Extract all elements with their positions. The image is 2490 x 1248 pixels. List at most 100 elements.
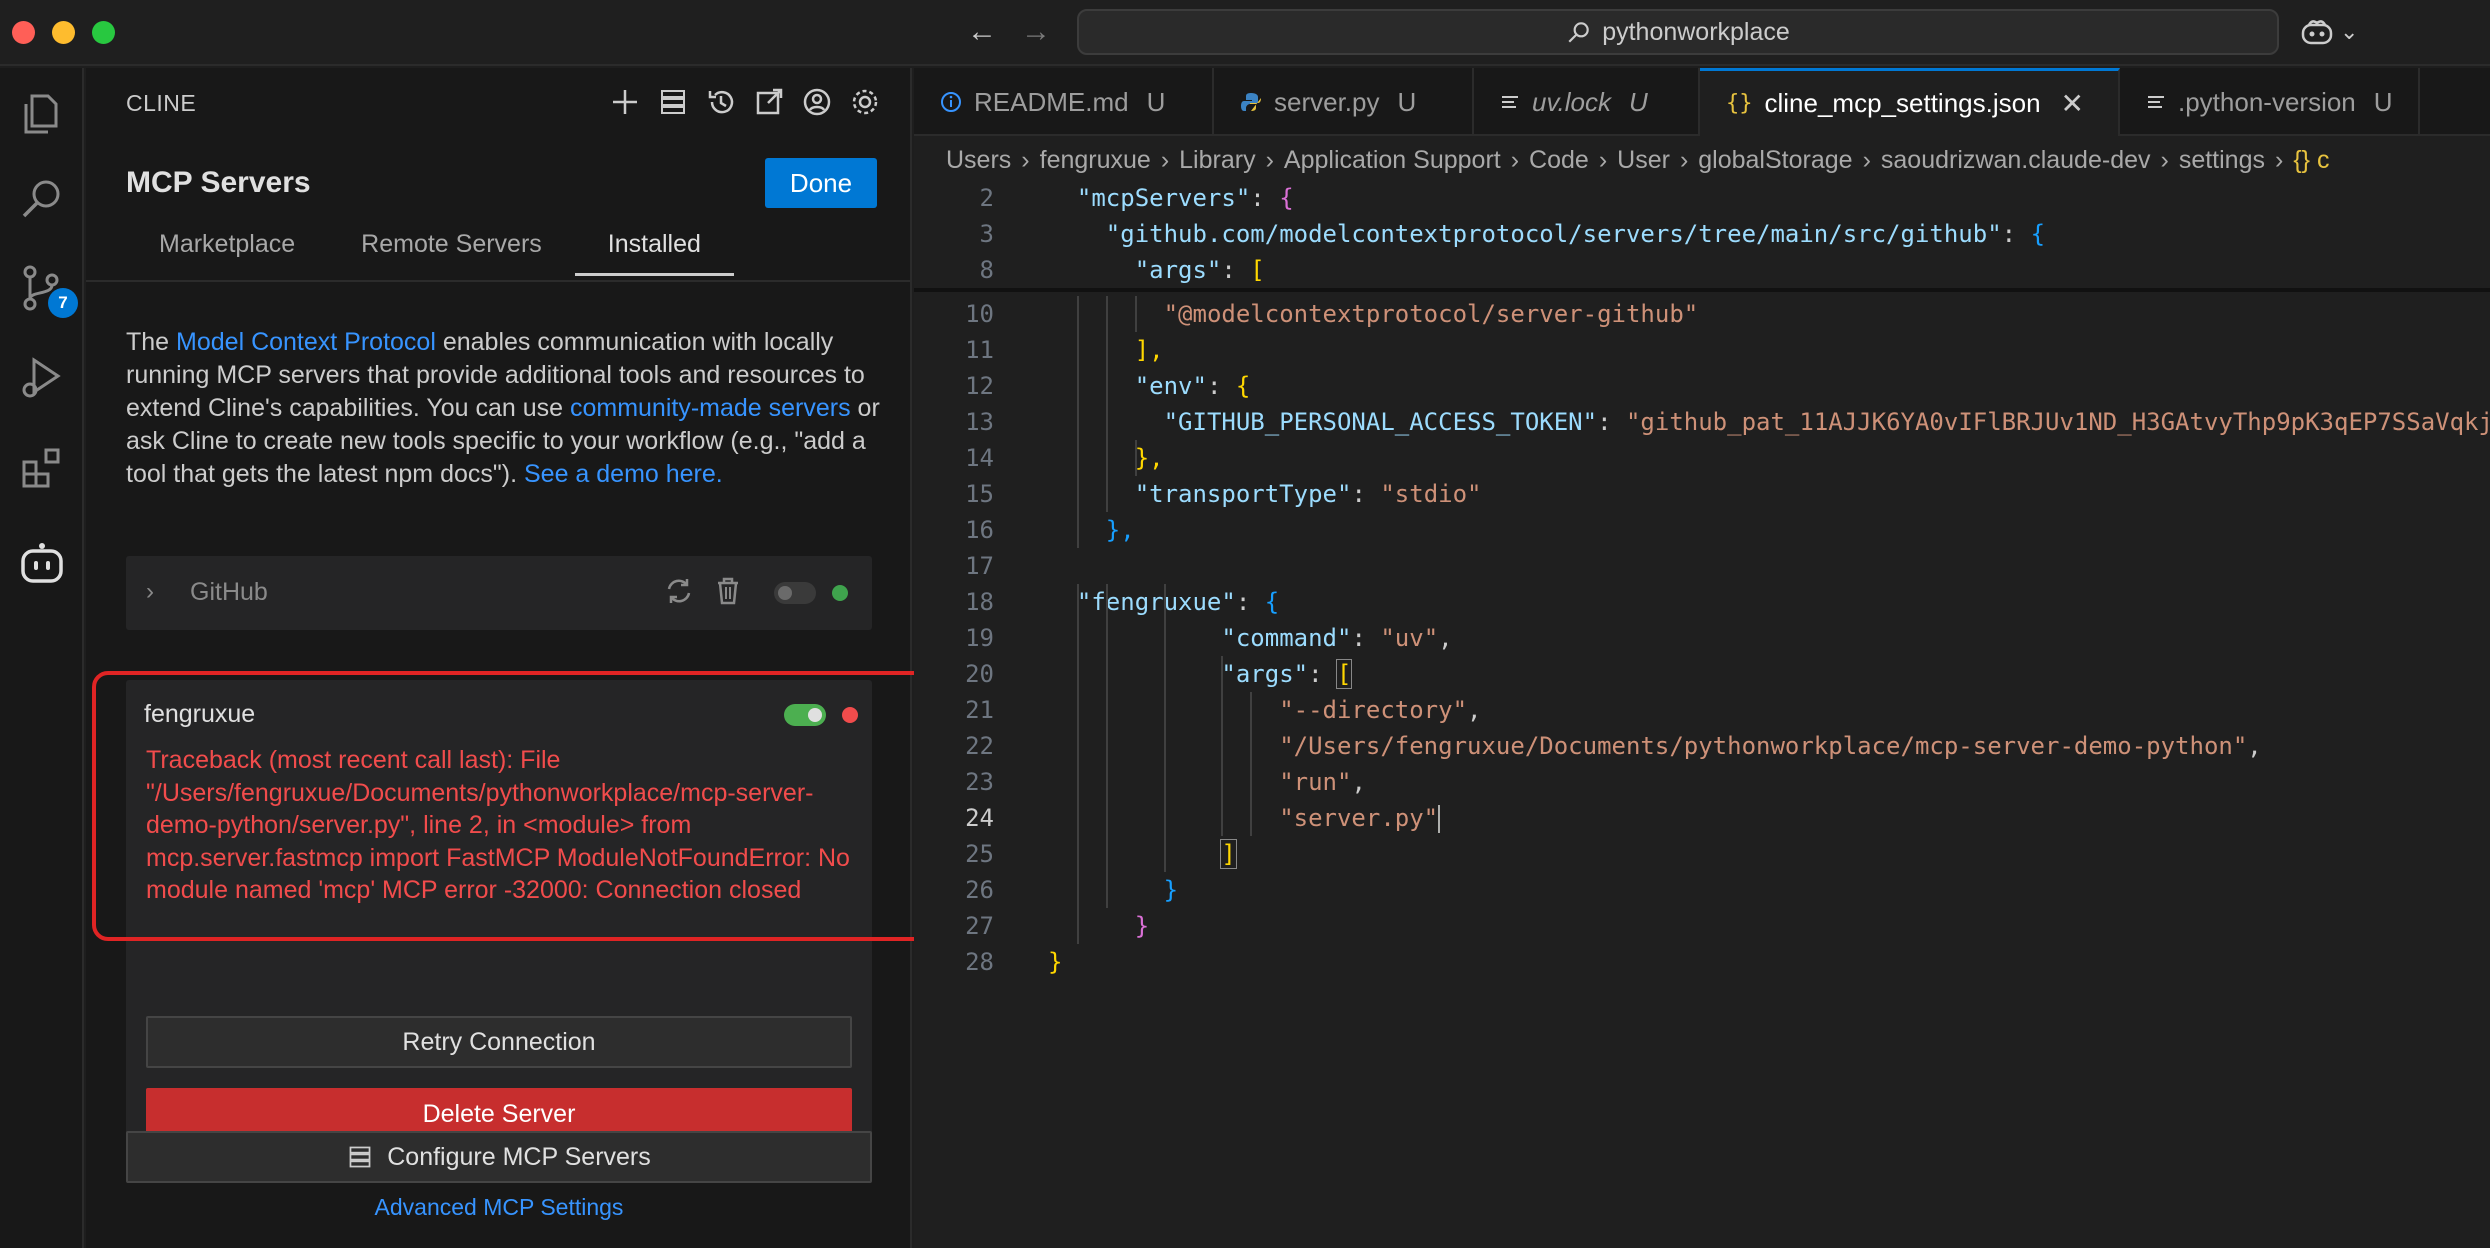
tab-readme[interactable]: README.md U bbox=[914, 68, 1214, 136]
command-center[interactable]: pythonworkplace bbox=[1077, 9, 2279, 55]
indent-guide bbox=[1134, 440, 1137, 476]
search-icon[interactable] bbox=[12, 168, 72, 228]
tab-badge: U bbox=[1629, 86, 1648, 117]
server-enable-toggle[interactable] bbox=[774, 582, 816, 604]
source-control-icon[interactable]: 7 bbox=[12, 258, 78, 318]
code-line: 19 "command": "uv", bbox=[914, 620, 2490, 656]
tab-badge: U bbox=[1397, 86, 1417, 117]
breadcrumb-item[interactable]: Application Support bbox=[1284, 146, 1501, 175]
code-text: "env": { bbox=[1134, 372, 1251, 400]
line-number: 21 bbox=[965, 696, 994, 724]
open-in-editor-icon[interactable] bbox=[750, 80, 788, 124]
code-text: "args": [ bbox=[1134, 256, 1265, 284]
command-center-text: pythonworkplace bbox=[1602, 17, 1790, 46]
explorer-icon[interactable] bbox=[12, 84, 72, 144]
code-text: "command": "uv", bbox=[1221, 624, 1453, 652]
code-line: 3 "github.com/modelcontextprotocol/server… bbox=[914, 216, 2490, 252]
gear-icon[interactable] bbox=[846, 80, 884, 124]
lines-icon bbox=[1502, 96, 1518, 108]
done-button[interactable]: Done bbox=[765, 158, 877, 208]
zoom-window-button[interactable] bbox=[92, 21, 115, 44]
breadcrumb-item[interactable]: Library bbox=[1179, 146, 1255, 175]
chevron-right-icon[interactable]: › bbox=[146, 578, 154, 606]
breadcrumb-item[interactable]: Code bbox=[1529, 146, 1589, 175]
code-text: "GITHUB_PERSONAL_ACCESS_TOKEN": "github_… bbox=[1163, 408, 2490, 436]
line-number: 19 bbox=[965, 624, 994, 652]
tab-remote-servers[interactable]: Remote Servers bbox=[328, 226, 575, 276]
source-control-badge: 7 bbox=[48, 288, 78, 318]
breadcrumb-item[interactable]: fengruxue bbox=[1040, 146, 1151, 175]
code-line: 28} bbox=[914, 944, 2490, 980]
tabs-divider bbox=[86, 280, 910, 282]
line-number: 25 bbox=[965, 840, 994, 868]
advanced-mcp-settings-link[interactable]: Advanced MCP Settings bbox=[86, 1194, 912, 1221]
breadcrumb-item[interactable]: {} c bbox=[2293, 146, 2329, 175]
refresh-icon[interactable] bbox=[664, 576, 694, 611]
history-icon[interactable] bbox=[702, 80, 740, 124]
chevron-down-icon: ⌄ bbox=[2340, 19, 2359, 44]
code-text: }, bbox=[1134, 444, 1164, 472]
server-enable-toggle[interactable] bbox=[784, 704, 826, 726]
line-number: 16 bbox=[965, 516, 994, 544]
line-number: 22 bbox=[965, 732, 994, 760]
sticky-scroll-divider bbox=[914, 288, 2490, 292]
community-servers-link[interactable]: community-made servers bbox=[570, 394, 851, 422]
server-name: GitHub bbox=[190, 578, 268, 606]
tab-cline-mcp-settings[interactable]: {} cline_mcp_settings.json ✕ bbox=[1700, 68, 2120, 136]
line-number: 8 bbox=[979, 256, 994, 284]
line-number: 13 bbox=[965, 408, 994, 436]
demo-link[interactable]: See a demo here. bbox=[524, 460, 723, 488]
extensions-icon[interactable] bbox=[12, 438, 72, 498]
status-dot bbox=[842, 707, 858, 723]
server-card-github[interactable]: › GitHub bbox=[126, 556, 872, 630]
run-debug-icon[interactable] bbox=[12, 348, 72, 408]
tab-marketplace[interactable]: Marketplace bbox=[126, 226, 328, 276]
account-icon[interactable] bbox=[798, 80, 836, 124]
tab-label: .python-version bbox=[2178, 86, 2356, 117]
page-title: MCP Servers bbox=[126, 166, 311, 199]
line-number: 26 bbox=[965, 876, 994, 904]
breadcrumb-item[interactable]: settings bbox=[2179, 146, 2265, 175]
forward-arrow-icon[interactable]: → bbox=[1018, 14, 1054, 50]
code-line: 14}, bbox=[914, 440, 2490, 476]
copilot-menu[interactable]: ⌄ bbox=[2300, 14, 2370, 50]
trash-icon[interactable] bbox=[714, 576, 742, 611]
breadcrumb-item[interactable]: saoudrizwan.claude-dev bbox=[1881, 146, 2151, 175]
tab-installed[interactable]: Installed bbox=[574, 226, 734, 276]
cline-sidebar: CLINE MCP Servers Done Marketplace Remot… bbox=[86, 68, 962, 1248]
server-name: fengruxue bbox=[144, 700, 256, 728]
breadcrumb-item[interactable]: Users bbox=[946, 146, 1011, 175]
tab-label: README.md bbox=[974, 86, 1129, 117]
code-line: 10 "@modelcontextprotocol/server-github" bbox=[914, 296, 2490, 332]
retry-connection-button[interactable]: Retry Connection bbox=[146, 1016, 852, 1068]
server-icon[interactable] bbox=[654, 80, 692, 124]
minimize-window-button[interactable] bbox=[52, 21, 75, 44]
tab-python-version[interactable]: .python-version U bbox=[2120, 68, 2420, 136]
mcp-link[interactable]: Model Context Protocol bbox=[176, 328, 436, 356]
tab-uv-lock[interactable]: uv.lock U bbox=[1474, 68, 1700, 136]
tab-server-py[interactable]: server.py U bbox=[1214, 68, 1474, 136]
plus-icon[interactable] bbox=[606, 80, 644, 124]
code-text: "run", bbox=[1279, 768, 1366, 796]
editor-tabs: README.md U server.py U uv.lock U {} cline_… bbox=[914, 68, 2490, 136]
back-arrow-icon[interactable]: ← bbox=[964, 14, 1000, 50]
line-number: 20 bbox=[965, 660, 994, 688]
tab-badge: U bbox=[1146, 86, 1166, 117]
code-editor[interactable]: 2 "mcpServers": {3 "github.com/modelcontex… bbox=[914, 180, 2490, 1248]
code-text: ], bbox=[1134, 336, 1164, 364]
breadcrumb-item[interactable]: globalStorage bbox=[1698, 146, 1852, 175]
configure-mcp-servers-button[interactable]: Configure MCP Servers bbox=[126, 1131, 872, 1183]
json-icon: {} bbox=[1726, 91, 1753, 116]
code-text: } bbox=[1134, 912, 1150, 940]
close-icon[interactable]: ✕ bbox=[2061, 87, 2084, 120]
cline-icon[interactable] bbox=[12, 534, 72, 594]
code-text: "transportType": "stdio" bbox=[1134, 480, 1482, 508]
tab-label: server.py bbox=[1274, 86, 1380, 117]
close-window-button[interactable] bbox=[12, 21, 35, 44]
breadcrumb-item[interactable]: User bbox=[1617, 146, 1670, 175]
line-number: 11 bbox=[965, 336, 994, 364]
tab-badge: U bbox=[2373, 86, 2393, 117]
code-line: 22 "/Users/fengruxue/Documents/pythonwork… bbox=[914, 728, 2490, 764]
code-line: 25] bbox=[914, 836, 2490, 872]
code-text: "@modelcontextprotocol/server-github" bbox=[1163, 300, 1699, 328]
